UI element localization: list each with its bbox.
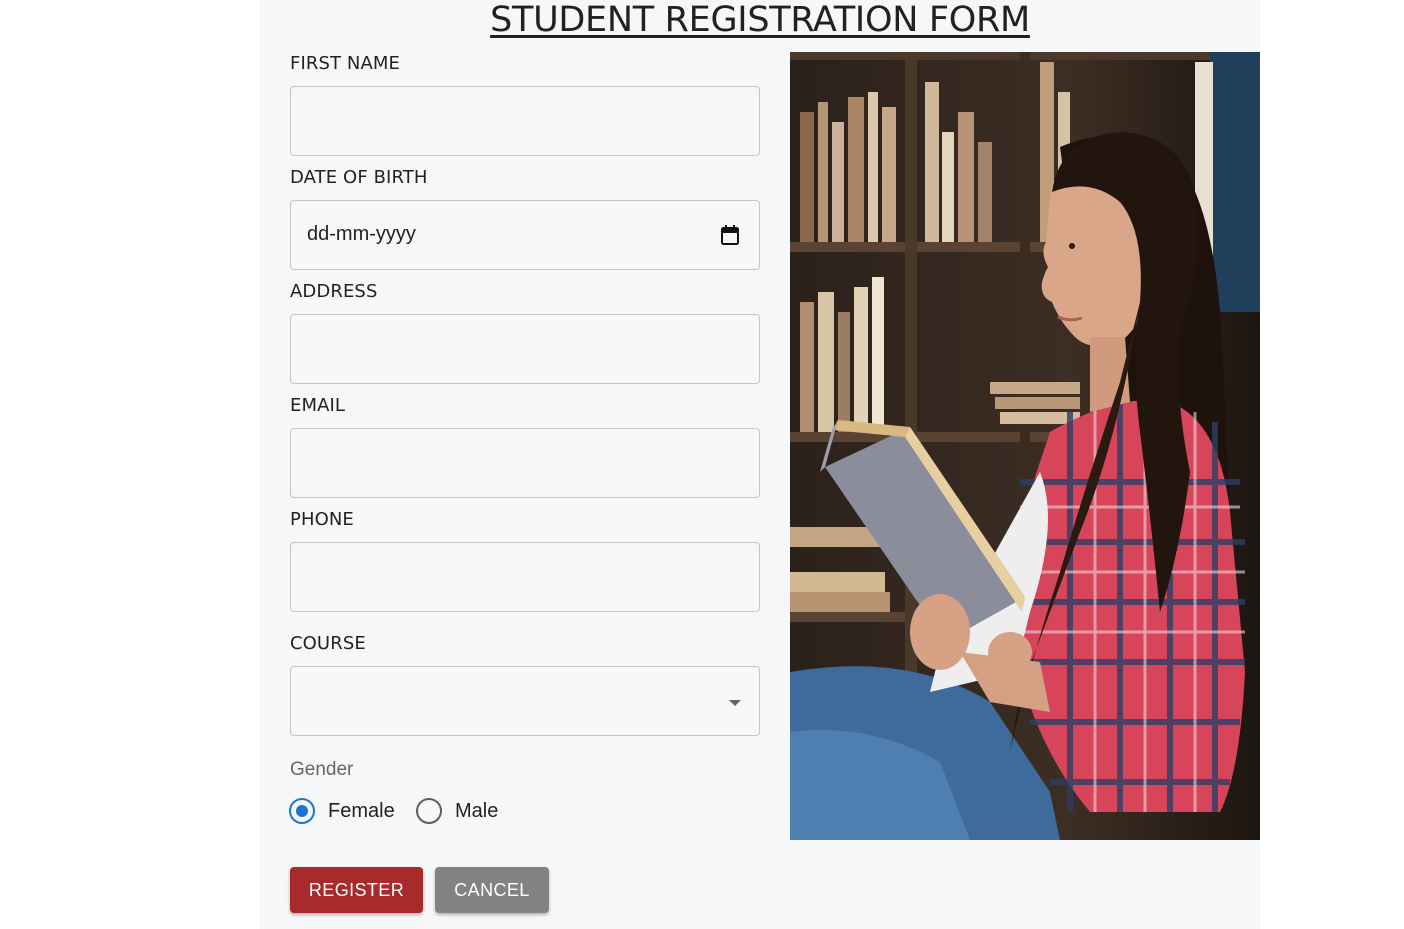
phone-label: PHONE — [290, 509, 354, 530]
male-radio[interactable] — [416, 798, 442, 824]
email-label: EMAIL — [290, 395, 346, 416]
date-of-birth-label: DATE OF BIRTH — [290, 167, 428, 188]
phone-input[interactable] — [290, 542, 760, 612]
dropdown-arrow-icon[interactable] — [728, 699, 742, 707]
form-title: STUDENT REGISTRATION FORM — [490, 0, 1030, 40]
course-label: COURSE — [290, 633, 366, 654]
date-of-birth-input[interactable]: dd-mm-yyyy — [290, 200, 760, 270]
cancel-button[interactable]: CANCEL — [435, 867, 549, 913]
first-name-label: FIRST NAME — [290, 53, 400, 74]
course-select[interactable] — [290, 666, 760, 736]
student-reading-photo — [790, 52, 1260, 840]
student-reading-illustration — [790, 52, 1260, 840]
female-radio-label[interactable]: Female — [328, 800, 395, 823]
registration-panel: STUDENT REGISTRATION FORM FIRST NAME DAT… — [260, 0, 1260, 929]
register-button[interactable]: REGISTER — [290, 867, 423, 913]
address-label: ADDRESS — [290, 281, 378, 302]
calendar-icon[interactable] — [721, 225, 739, 245]
male-radio-label[interactable]: Male — [455, 800, 498, 823]
female-radio[interactable] — [289, 798, 315, 824]
date-placeholder: dd-mm-yyyy — [307, 223, 416, 245]
first-name-input[interactable] — [290, 86, 760, 156]
gender-label: Gender — [290, 759, 354, 780]
address-input[interactable] — [290, 314, 760, 384]
email-input[interactable] — [290, 428, 760, 498]
